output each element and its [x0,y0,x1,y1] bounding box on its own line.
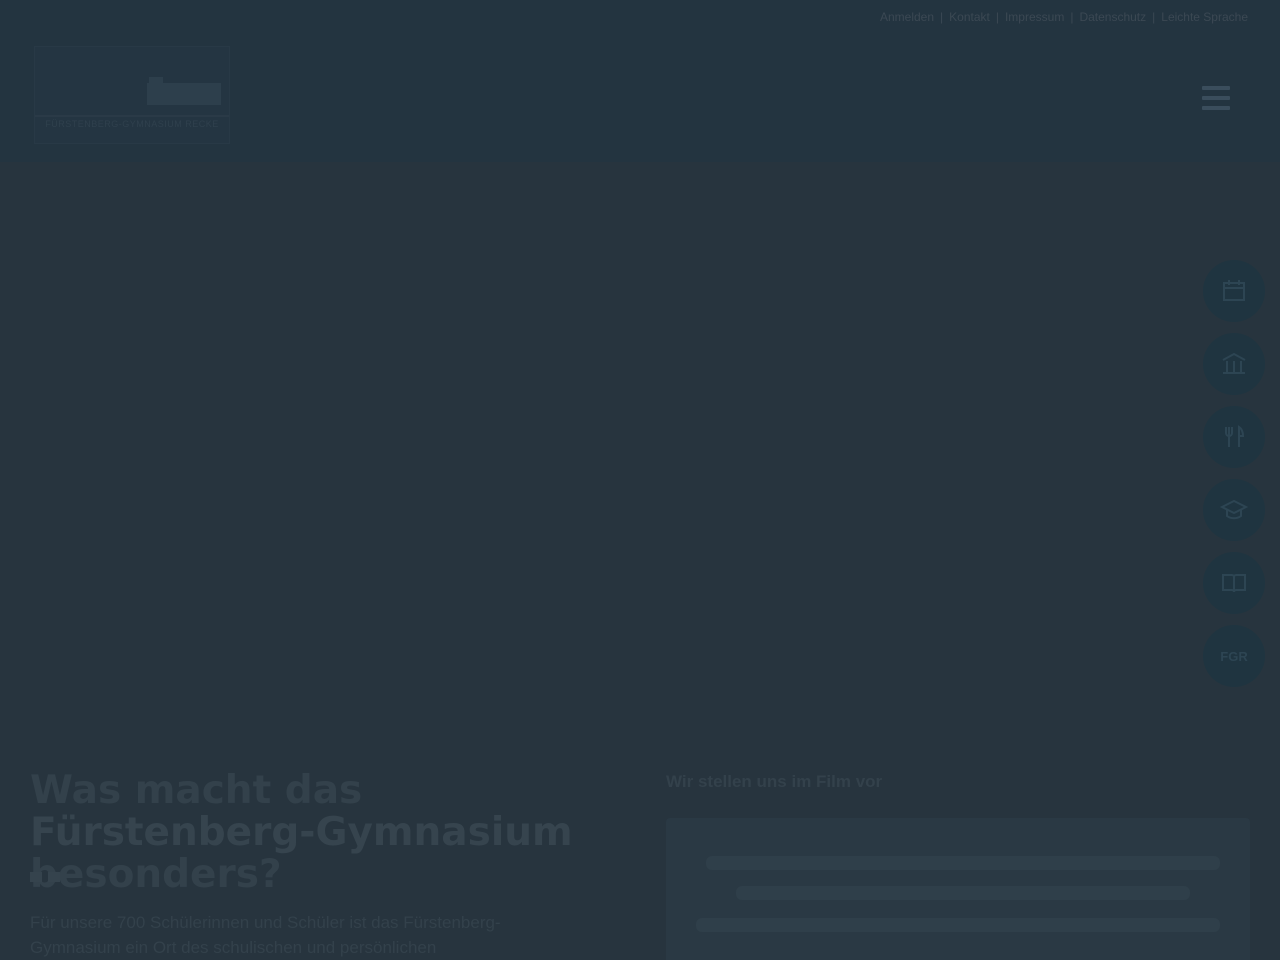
intro-heading-pre: Was macht das [30,768,363,813]
meta-link-easy-language[interactable]: Leichte Sprache [1161,10,1248,24]
book-icon [1222,574,1246,593]
quick-action-library[interactable] [1203,552,1265,614]
school-video-player[interactable] [666,818,1250,960]
logo-mark-icon [147,77,221,105]
graduation-cap-icon [1219,499,1249,520]
intro-heading-post: besonders? [30,852,282,897]
intro-heading: Was macht das Fürstenberg-Gymnasium beso… [30,770,590,896]
meta-navigation: Anmelden | Kontakt | Impressum | Datensc… [0,0,1280,34]
intro-heading-school-name: Fürstenberg-Gymnasium [30,810,573,855]
logo-divider [35,115,229,117]
meta-link-privacy[interactable]: Datenschutz [1079,10,1146,24]
meta-separator: | [995,10,999,24]
quick-action-canteen[interactable] [1203,406,1265,468]
meta-separator: | [940,10,944,24]
logo-tagline: FÜRSTENBERG-GYMNASIUM RECKE [45,119,219,129]
decorative-dots [30,872,60,882]
meta-separator: | [1152,10,1156,24]
intro-paragraph: Für unsere 700 Schülerinnen und Schüler … [30,913,501,957]
meta-link-contact[interactable]: Kontakt [949,10,990,24]
quick-action-fgr[interactable]: FGR [1203,625,1265,687]
quick-action-calendar[interactable] [1203,260,1265,322]
meta-separator: | [1070,10,1074,24]
quick-action-school[interactable] [1203,333,1265,395]
school-building-icon [1222,352,1246,374]
hamburger-menu-icon[interactable] [1202,86,1230,110]
school-logo[interactable]: FÜRSTENBERG-GYMNASIUM RECKE [34,46,230,144]
meta-link-login[interactable]: Anmelden [880,10,934,24]
meta-link-imprint[interactable]: Impressum [1005,10,1064,24]
side-quick-actions: FGR [1203,260,1265,687]
quick-action-upper-school[interactable] [1203,479,1265,541]
video-heading: Wir stellen uns im Film vor [666,772,883,791]
cutlery-icon [1225,425,1245,447]
page: FÜRSTENBERG-GYMNASIUM RECKE Anmelden | K… [0,0,1280,960]
calendar-icon [1223,280,1245,301]
text-badge-icon: FGR [1220,648,1248,664]
